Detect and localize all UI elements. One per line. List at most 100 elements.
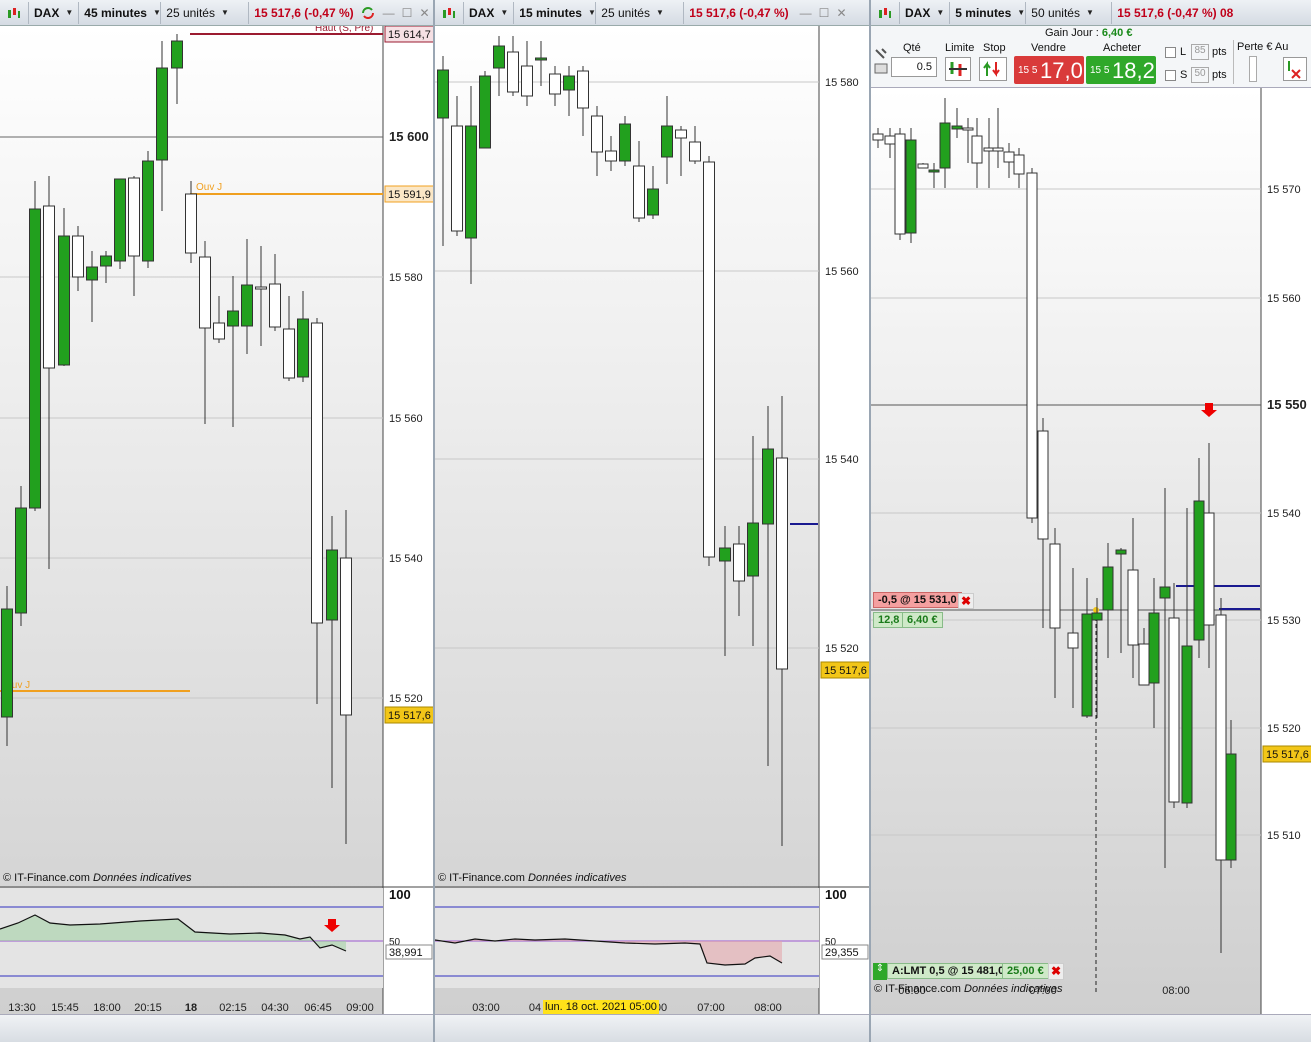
maximize-icon[interactable]: ☐ [402,6,413,20]
order-arrows-icon[interactable]: ⇕ [873,963,887,980]
l-points-input[interactable]: 85 [1191,44,1209,60]
candle-body [894,133,906,235]
instrument-label: DAX [34,5,60,20]
minimize-icon[interactable]: — [800,6,812,20]
stop-order-button[interactable] [979,57,1007,81]
x-tick-label: 03:00 [472,1002,500,1014]
units-selector[interactable]: 25 unités ▼ [596,1,685,24]
timeframe-selector[interactable]: 15 minutes ▼ [514,1,597,24]
candle-body [689,141,701,162]
x-tick-label: 09:00 [346,1002,374,1014]
candle-body [703,161,715,558]
candlestick-icon [876,4,894,22]
cancel-order-icon[interactable]: ✖ [1048,963,1064,980]
candle-body [1127,569,1139,646]
price-tag: 15 517,6 [388,710,431,722]
price-axis [819,26,869,1014]
s-points-input[interactable]: 50 [1191,67,1209,83]
chart-type-button[interactable] [435,1,464,24]
instrument-selector[interactable]: DAX ▼ [29,1,80,24]
x-tick-label: 08:00 [1162,985,1190,997]
candle-body [605,150,617,162]
candle-body [992,147,1004,152]
candle-body [675,129,687,139]
close-position-button[interactable] [1283,57,1307,81]
candle-body [1215,614,1227,861]
units-selector[interactable]: 25 unités ▼ [161,1,250,24]
close-icon[interactable]: ✕ [836,6,846,20]
chart-type-button[interactable] [871,1,900,24]
last-price: 15 517,6 (-0,47 %) 08 [1112,2,1235,24]
pending-order-label[interactable]: A:LMT 0,5 @ 15 481,0 [887,963,1010,979]
price-chart[interactable]: 15 600 15 580 15 560 15 540 15 520 Haut (S, P… [0,26,433,1014]
candle-body [43,205,55,369]
candle-body [951,125,963,130]
candle-body [507,51,519,93]
limit-order-button[interactable] [945,57,971,81]
last-price: 15 517,6 (-0,47 %) [249,2,358,24]
candle-body [1081,613,1093,717]
candle-body [884,135,896,145]
disclaimer-label: Données indicatives [964,983,1063,995]
stop-checkbox[interactable] [1165,70,1176,81]
candle-body [971,135,983,164]
position-label[interactable]: -0,5 @ 15 531,0 [873,592,962,608]
limit-checkbox[interactable] [1165,47,1176,58]
refresh-icon[interactable] [359,4,377,22]
daily-gain: Gain Jour : 6,40 € [1045,27,1132,39]
price-axis [1261,88,1311,1014]
minimize-icon[interactable]: — [383,6,395,20]
buy-price-prefix: 15 5 [1090,65,1110,76]
sell-label: Vendre [1031,42,1066,54]
price-chart[interactable]: 15 570 15 560 15 550 15 540 15 530 15 520 15 5… [871,88,1311,1014]
candle-body [72,235,84,278]
sell-price-prefix: 15 5 [1018,65,1038,76]
chart-window-5min: DAX ▼ 5 minutes ▼ 50 unités ▼ 15 517,6 (-0,… [871,0,1311,1042]
candle-body [185,193,197,254]
x-tick-label: 06:45 [304,1002,332,1014]
maximize-icon[interactable]: ☐ [819,6,830,20]
candle-body [297,318,309,378]
instrument-selector[interactable]: DAX ▼ [900,1,951,24]
close-icon[interactable]: ✕ [419,6,429,20]
separator [1233,40,1234,84]
instrument-selector[interactable]: DAX ▼ [464,1,515,24]
candle-body [1067,632,1079,649]
copyright-label: © IT-Finance.com [438,872,525,884]
chart-toolbar: DAX ▼ 15 minutes ▼ 25 unités ▼ 15 517,6 (-0… [435,0,869,26]
close-position-icon[interactable]: ✖ [958,593,974,609]
candle-body [1138,643,1150,686]
bottom-toolbar [0,1014,433,1042]
indicator-max-label: 100 [389,887,411,902]
units-selector[interactable]: 50 unités ▼ [1026,1,1113,24]
price-tag: 15 517,6 [824,665,867,677]
candle-body [1193,500,1205,641]
last-price-text: 15 517,6 (-0,47 %) [689,5,789,20]
loss-slider[interactable] [1249,56,1257,82]
candle-body [928,169,940,173]
candle-body [521,65,533,97]
settings-icon[interactable] [873,46,889,76]
candle-body [100,255,112,267]
price-tag: 15 591,9 [388,189,431,201]
chart-type-button[interactable] [0,1,29,24]
candle-body [58,235,70,366]
candle-body [29,208,41,509]
stop-label: Stop [983,42,1006,54]
candle-body [255,286,267,290]
qty-input[interactable]: 0.5 [891,57,937,77]
order-bar: Gain Jour : 6,40 € Qté 0.5 Limite Stop V… [871,26,1311,88]
buy-button[interactable]: 15 5 18,2 [1086,56,1156,84]
candle-body [747,522,759,577]
sell-button[interactable]: 15 5 17,0 [1014,56,1084,84]
price-chart[interactable]: 15 58015 56015 54015 52015 517,61005029,… [435,26,869,1014]
chart-toolbar: DAX ▼ 5 minutes ▼ 50 unités ▼ 15 517,6 (-0,… [871,0,1311,26]
candle-body [647,188,659,216]
y-tick-label: 15 520 [389,693,423,705]
chevron-down-icon: ▼ [65,8,74,17]
candle-body [535,57,547,61]
chart-background [0,26,383,1014]
y-tick-label: 15 540 [825,454,859,466]
timeframe-selector[interactable]: 45 minutes ▼ [79,1,162,24]
timeframe-selector[interactable]: 5 minutes ▼ [950,1,1027,24]
